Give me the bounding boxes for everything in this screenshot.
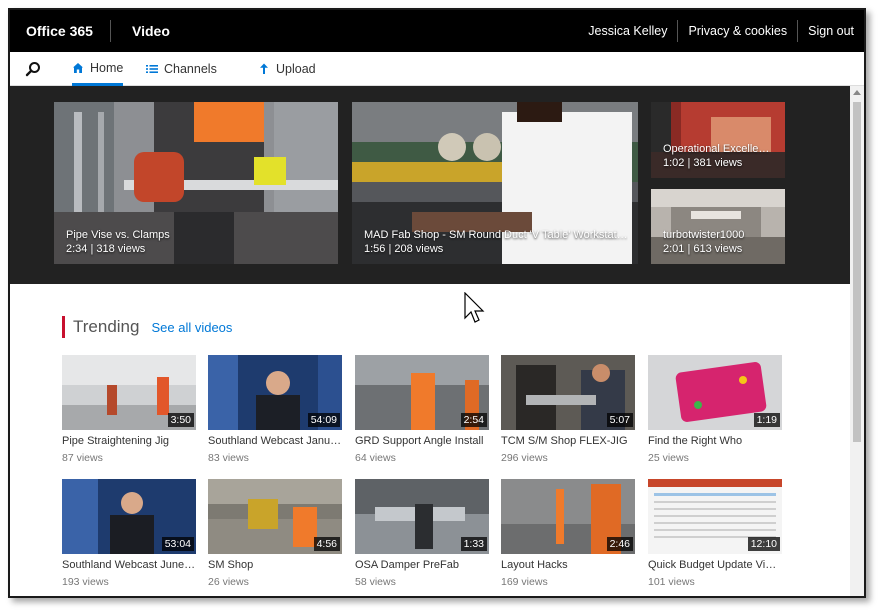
video-views: 83 views	[208, 452, 249, 464]
video-views: 101 views	[648, 576, 695, 588]
featured-video[interactable]: MAD Fab Shop - SM Round Duct 'V Table' W…	[352, 102, 638, 264]
video-views: 25 views	[648, 452, 689, 464]
privacy-link[interactable]: Privacy & cookies	[678, 10, 797, 52]
video-thumbnail[interactable]: 5:07	[501, 355, 635, 430]
video-card[interactable]: 12:10 Quick Budget Update Video 101 view…	[648, 479, 782, 588]
sign-out-link[interactable]: Sign out	[798, 10, 864, 52]
featured-title: Operational Excellence	[663, 143, 775, 155]
trending-header: Trending See all videos	[62, 316, 232, 338]
user-name[interactable]: Jessica Kelley	[578, 10, 677, 52]
video-views: 26 views	[208, 576, 249, 588]
app-title[interactable]: Video	[132, 10, 170, 52]
video-thumbnail[interactable]: 2:46	[501, 479, 635, 554]
suite-divider	[110, 20, 111, 42]
video-thumbnail[interactable]: 2:54	[355, 355, 489, 430]
featured-caption: turbotwister1000 2:01 | 613 views	[663, 228, 775, 256]
video-views: 193 views	[62, 576, 109, 588]
tab-home[interactable]: Home	[72, 52, 124, 86]
tab-channels-label: Channels	[164, 62, 217, 76]
video-card[interactable]: 2:46 Layout Hacks 169 views	[501, 479, 635, 588]
video-card[interactable]: 1:33 OSA Damper PreFab 58 views	[355, 479, 489, 588]
duration-badge: 3:50	[167, 413, 194, 427]
featured-carousel: Pipe Vise vs. Clamps 2:34 | 318 views MA…	[10, 86, 850, 284]
vertical-scrollbar[interactable]	[850, 86, 864, 596]
featured-title: Pipe Vise vs. Clamps	[66, 229, 170, 241]
trending-accent-bar	[62, 316, 65, 338]
featured-title: MAD Fab Shop - SM Round Duct 'V Table' W…	[364, 229, 628, 241]
video-card[interactable]: 2:54 GRD Support Angle Install 64 views	[355, 355, 489, 464]
trending-title: Trending	[73, 317, 140, 336]
upload-icon	[260, 63, 268, 74]
video-title[interactable]: OSA Damper PreFab	[355, 559, 489, 571]
video-title[interactable]: Quick Budget Update Video	[648, 559, 782, 571]
browser-frame: Office 365 Video Jessica Kelley Privacy …	[8, 8, 866, 598]
tab-channels[interactable]: Channels	[146, 52, 217, 86]
video-thumbnail[interactable]: 3:50	[62, 355, 196, 430]
search-icon[interactable]	[24, 60, 42, 78]
video-title[interactable]: SM Shop	[208, 559, 342, 571]
video-views: 296 views	[501, 452, 548, 464]
video-title[interactable]: Layout Hacks	[501, 559, 635, 571]
tab-upload[interactable]: Upload	[258, 52, 316, 86]
video-views: 64 views	[355, 452, 396, 464]
scrollbar-thumb[interactable]	[853, 102, 861, 442]
video-thumbnail[interactable]: 1:19	[648, 355, 782, 430]
featured-meta: 2:34 | 318 views	[66, 243, 146, 255]
home-icon	[73, 62, 83, 73]
video-views: 87 views	[62, 452, 103, 464]
featured-caption: MAD Fab Shop - SM Round Duct 'V Table' W…	[364, 228, 628, 256]
featured-video[interactable]: Operational Excellence 1:02 | 381 views	[651, 102, 785, 178]
featured-meta: 1:56 | 208 views	[364, 243, 444, 255]
see-all-videos-link[interactable]: See all videos	[151, 320, 232, 335]
featured-caption: Operational Excellence 1:02 | 381 views	[663, 142, 775, 170]
duration-badge: 2:54	[460, 413, 487, 427]
video-views: 58 views	[355, 576, 396, 588]
video-thumbnail[interactable]: 53:04	[62, 479, 196, 554]
scroll-up-arrow-icon[interactable]	[853, 90, 861, 95]
video-title[interactable]: Pipe Straightening Jig	[62, 435, 196, 447]
duration-badge: 2:46	[606, 537, 633, 551]
duration-badge: 12:10	[747, 537, 780, 551]
featured-video[interactable]: Pipe Vise vs. Clamps 2:34 | 318 views	[54, 102, 338, 264]
featured-video[interactable]: turbotwister1000 2:01 | 613 views	[651, 189, 785, 264]
featured-title: turbotwister1000	[663, 229, 745, 241]
video-title[interactable]: Southland Webcast January 2018	[208, 435, 342, 447]
suite-bar: Office 365 Video Jessica Kelley Privacy …	[10, 10, 864, 52]
video-thumbnail[interactable]: 4:56	[208, 479, 342, 554]
featured-meta: 2:01 | 613 views	[663, 243, 743, 255]
video-card[interactable]: 54:09 Southland Webcast January 2018 83 …	[208, 355, 342, 464]
suite-right: Jessica Kelley Privacy & cookies Sign ou…	[578, 10, 864, 52]
video-card[interactable]: 1:19 Find the Right Who 25 views	[648, 355, 782, 464]
tab-upload-label: Upload	[276, 62, 316, 76]
video-thumbnail[interactable]: 1:33	[355, 479, 489, 554]
duration-badge: 1:19	[753, 413, 780, 427]
list-icon	[146, 65, 158, 73]
video-title[interactable]: GRD Support Angle Install	[355, 435, 489, 447]
video-title[interactable]: TCM S/M Shop FLEX-JIG	[501, 435, 635, 447]
duration-badge: 1:33	[460, 537, 487, 551]
video-card[interactable]: 3:50 Pipe Straightening Jig 87 views	[62, 355, 196, 464]
duration-badge: 4:56	[313, 537, 340, 551]
featured-caption: Pipe Vise vs. Clamps 2:34 | 318 views	[66, 228, 328, 256]
mouse-cursor-icon	[464, 292, 485, 323]
office-365-link[interactable]: Office 365	[26, 10, 93, 52]
video-card[interactable]: 5:07 TCM S/M Shop FLEX-JIG 296 views	[501, 355, 635, 464]
video-card[interactable]: 53:04 Southland Webcast June 2018 193 vi…	[62, 479, 196, 588]
video-card[interactable]: 4:56 SM Shop 26 views	[208, 479, 342, 588]
video-title[interactable]: Find the Right Who	[648, 435, 782, 447]
video-thumbnail[interactable]: 54:09	[208, 355, 342, 430]
duration-badge: 54:09	[307, 413, 340, 427]
video-title[interactable]: Southland Webcast June 2018	[62, 559, 196, 571]
duration-badge: 5:07	[606, 413, 633, 427]
video-thumbnail[interactable]: 12:10	[648, 479, 782, 554]
video-views: 169 views	[501, 576, 548, 588]
nav-bar: Home Channels Upload	[10, 52, 864, 86]
tab-home-label: Home	[90, 60, 124, 75]
featured-meta: 1:02 | 381 views	[663, 157, 743, 169]
duration-badge: 53:04	[161, 537, 194, 551]
